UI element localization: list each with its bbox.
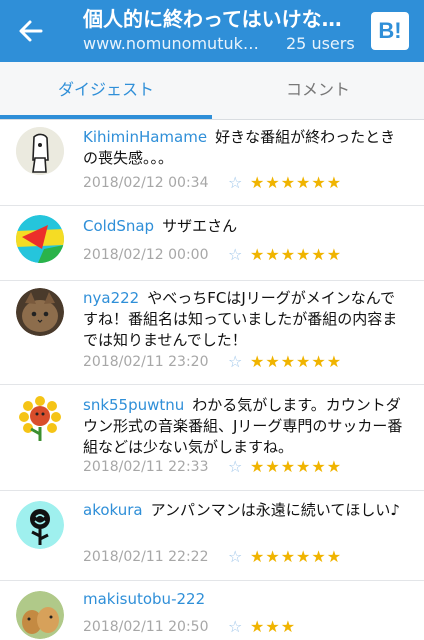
comment-timestamp: 2018/02/11 22:22: [83, 549, 209, 565]
comment-meta: 2018/02/11 23:20 ☆ ★★★★★★: [83, 351, 342, 373]
entry-title: 個人的に終わってはいけな…: [83, 7, 342, 31]
comment-meta: 2018/02/11 22:33 ☆ ★★★★★★: [83, 456, 342, 478]
comment-meta: 2018/02/12 00:00 ☆ ★★★★★★: [83, 244, 342, 266]
entry-url[interactable]: www.nomunomutuk…: [83, 34, 269, 53]
tab-digest[interactable]: ダイジェスト: [0, 62, 212, 120]
comment-username[interactable]: KihiminHamame: [83, 128, 207, 146]
comment-item[interactable]: nya222 やべっちFCはJリーグがメインなんですね！番組名は知っていましたが番…: [0, 281, 424, 385]
comment-timestamp: 2018/02/12 00:00: [83, 247, 209, 263]
app-header: 個人的に終わってはいけな… www.nomunomutuk… 25 users …: [0, 0, 424, 62]
comment-stars[interactable]: ★★★★★★: [250, 244, 342, 266]
rose-avatar[interactable]: [16, 501, 64, 549]
sunflower-avatar[interactable]: [16, 393, 64, 441]
comment-username[interactable]: akokura: [83, 501, 143, 519]
comment-text: KihiminHamame 好きな番組が終わったときの喪失感。。。: [83, 127, 403, 169]
comment-timestamp: 2018/02/11 22:33: [83, 459, 209, 475]
comment-username[interactable]: snk55puwtnu: [83, 396, 184, 414]
colorful-avatar[interactable]: [16, 215, 64, 263]
active-tab-indicator: [0, 115, 212, 119]
comment-item[interactable]: akokura アンパンマンは永遠に続いてほしい♪ 2018/02/11 22:2…: [0, 491, 424, 581]
add-star-icon[interactable]: ☆: [228, 172, 250, 194]
tab-comments[interactable]: コメント: [212, 62, 424, 120]
comment-stars[interactable]: ★★★★★★: [250, 546, 342, 568]
tab-bar: ダイジェスト コメント: [0, 62, 424, 120]
back-arrow-icon[interactable]: [14, 14, 48, 48]
add-star-icon[interactable]: ☆: [228, 616, 250, 638]
cat-avatar[interactable]: [16, 288, 64, 336]
comment-body-text: アンパンマンは永遠に続いてほしい♪: [150, 501, 400, 519]
comment-item[interactable]: makisutobu-222 2018/02/11 20:50 ☆ ★★★: [0, 581, 424, 640]
users-count: 25 users: [286, 34, 355, 53]
comment-text: akokura アンパンマンは永遠に続いてほしい♪: [83, 500, 403, 521]
comment-meta: 2018/02/11 20:50 ☆ ★★★: [83, 616, 296, 638]
add-star-icon[interactable]: ☆: [228, 244, 250, 266]
comment-stars[interactable]: ★★★★★★: [250, 351, 342, 373]
comment-text: makisutobu-222: [83, 589, 403, 610]
comment-timestamp: 2018/02/11 20:50: [83, 619, 209, 635]
comment-text: ColdSnap サザエさん: [83, 216, 403, 237]
add-star-icon[interactable]: ☆: [228, 546, 250, 568]
comment-body-text: サザエさん: [162, 217, 238, 235]
comment-stars[interactable]: ★★★: [250, 616, 296, 638]
monk-avatar[interactable]: [16, 127, 64, 175]
comment-item[interactable]: snk55puwtnu わかる気がします。カウントダウン形式の音楽番組、Jリーグ専…: [0, 385, 424, 491]
comment-username[interactable]: makisutobu-222: [83, 590, 205, 608]
comment-meta: 2018/02/12 00:34 ☆ ★★★★★★: [83, 172, 342, 194]
dogs-avatar[interactable]: [16, 591, 64, 639]
comment-item[interactable]: KihiminHamame 好きな番組が終わったときの喪失感。。。 2018/02…: [0, 120, 424, 206]
comment-meta: 2018/02/11 22:22 ☆ ★★★★★★: [83, 546, 342, 568]
comment-text: snk55puwtnu わかる気がします。カウントダウン形式の音楽番組、Jリーグ専…: [83, 395, 403, 458]
comment-stars[interactable]: ★★★★★★: [250, 456, 342, 478]
add-star-icon[interactable]: ☆: [228, 351, 250, 373]
comment-username[interactable]: ColdSnap: [83, 217, 154, 235]
comment-timestamp: 2018/02/11 23:20: [83, 354, 209, 370]
comment-stars[interactable]: ★★★★★★: [250, 172, 342, 194]
hatena-bookmark-button[interactable]: B!: [371, 12, 409, 50]
comment-username[interactable]: nya222: [83, 289, 139, 307]
comment-timestamp: 2018/02/12 00:34: [83, 175, 209, 191]
comment-item[interactable]: ColdSnap サザエさん 2018/02/12 00:00 ☆ ★★★★★★: [0, 206, 424, 281]
add-star-icon[interactable]: ☆: [228, 456, 250, 478]
comment-text: nya222 やべっちFCはJリーグがメインなんですね！番組名は知っていましたが番…: [83, 288, 403, 351]
